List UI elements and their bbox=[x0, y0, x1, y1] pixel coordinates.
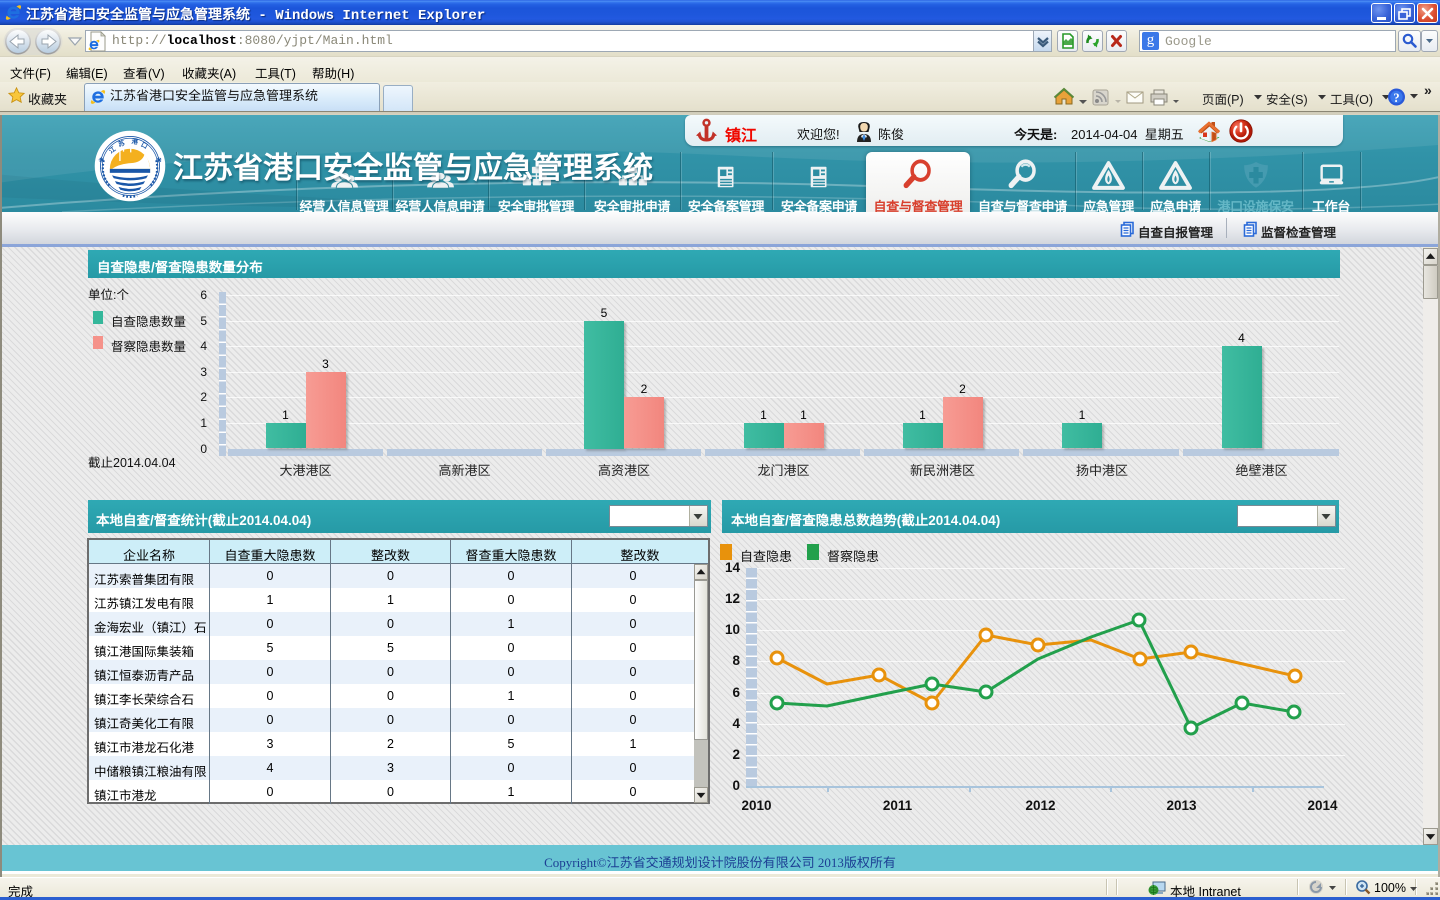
svg-text:?: ? bbox=[1393, 91, 1399, 105]
